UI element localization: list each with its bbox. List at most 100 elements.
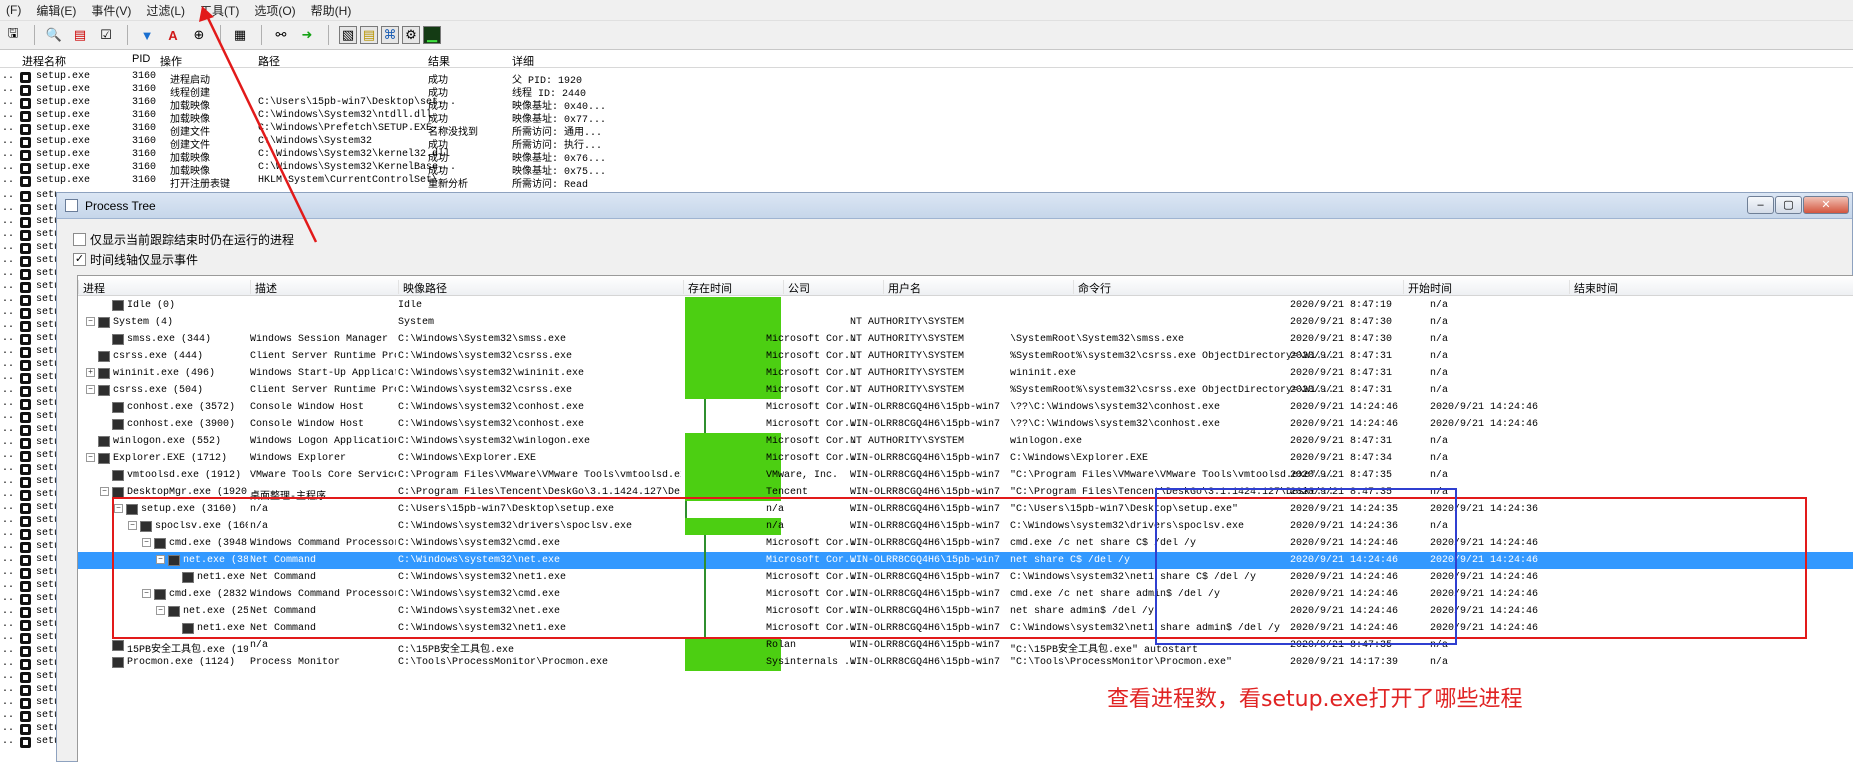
event-row-partial[interactable]: .. setup.exe (0, 515, 56, 528)
clear-icon[interactable]: ☑ (97, 26, 115, 44)
event-row-partial[interactable]: .. setup.exe (0, 580, 56, 593)
col-start-time[interactable]: 开始时间 (1403, 280, 1569, 295)
event-row[interactable]: .. setup.exe 3160 创建文件 C:\Windows\Prefetch\S… (0, 123, 700, 139)
col-operation[interactable]: 操作 (160, 53, 182, 69)
event-row-partial[interactable]: .. setup.exe (0, 528, 56, 541)
event-row-partial[interactable]: .. setup.exe (0, 216, 56, 229)
event-row[interactable]: .. setup.exe 3160 加载映像 C:\Windows\System32\k… (0, 149, 700, 165)
event-row-partial[interactable]: .. setup.exe (0, 671, 56, 684)
event-row-partial[interactable]: .. setup.exe (0, 554, 56, 567)
process-row[interactable]: 15PB安全工具包.exe (1936)n/aC:\15PB安全工具包.exeR… (78, 637, 1853, 656)
menu-filter[interactable]: 过滤(L) (140, 2, 194, 19)
file-activity-icon[interactable]: ▤ (360, 26, 378, 44)
event-row[interactable]: .. setup.exe 3160 创建文件 C:\Windows\System32 成功… (0, 136, 700, 152)
event-row[interactable]: .. setup.exe 3160 打开注册表键 HKLM\System\Current… (0, 175, 700, 191)
event-row-partial[interactable]: .. setup.exe (0, 658, 56, 671)
col-detail[interactable]: 详细 (512, 53, 534, 69)
profiling-activity-icon[interactable]: ▁ (423, 26, 441, 44)
event-row[interactable]: .. setup.exe 3160 加载映像 C:\Windows\System32\K… (0, 162, 700, 178)
event-row-partial[interactable]: .. setup.exe (0, 203, 56, 216)
event-row-partial[interactable]: .. setup.exe (0, 333, 56, 346)
minimize-button[interactable]: – (1747, 196, 1774, 214)
event-row-partial[interactable]: .. setup.exe (0, 346, 56, 359)
checkmark-icon[interactable]: ✓ (73, 253, 86, 266)
event-row-partial[interactable]: .. setup.exe (0, 229, 56, 242)
event-row-partial[interactable]: .. setup.exe (0, 320, 56, 333)
menu-file[interactable]: (F) (0, 3, 30, 17)
col-description[interactable]: 描述 (250, 280, 398, 295)
event-row-partial[interactable]: .. setup.exe (0, 489, 56, 502)
event-row-partial[interactable]: .. setup.exe (0, 567, 56, 580)
process-row[interactable]: − Explorer.EXE (1712) Windows Explorer C:\W… (78, 450, 1853, 467)
col-lifetime[interactable]: 存在时间 (683, 280, 783, 295)
event-row-partial[interactable]: .. setup.exe (0, 385, 56, 398)
registry-activity-icon[interactable]: ▧ (339, 26, 357, 44)
col-end-time[interactable]: 结束时间 (1569, 280, 1699, 295)
event-row-partial[interactable]: .. setup.exe (0, 710, 56, 723)
expand-toggle-icon[interactable]: − (100, 487, 109, 496)
magnify-icon[interactable]: 🔍 (45, 26, 63, 44)
event-row-partial[interactable]: .. setup.exe (0, 606, 56, 619)
menu-tools[interactable]: 工具(T) (194, 2, 248, 19)
col-process[interactable]: 进程 (78, 280, 250, 295)
process-row[interactable]: smss.exe (344) Windows Session Manager C:\… (78, 331, 1853, 348)
event-row-partial[interactable]: .. setup.exe (0, 697, 56, 710)
menu-options[interactable]: 选项(O) (248, 2, 304, 19)
network-activity-icon[interactable]: ⌘ (381, 26, 399, 44)
autoscroll-icon[interactable]: ▤ (71, 26, 89, 44)
event-row-partial[interactable]: .. setup.exe (0, 593, 56, 606)
only-running-checkbox[interactable]: 仅显示当前跟踪结束时仍在运行的进程 (73, 231, 294, 248)
event-row-partial[interactable]: .. setup.exe (0, 723, 56, 736)
event-row-partial[interactable]: .. setup.exe (0, 476, 56, 489)
process-row[interactable]: conhost.exe (3900) Console Window Host C:\… (78, 416, 1853, 433)
event-row-partial[interactable]: .. setup.exe (0, 411, 56, 424)
process-row[interactable]: Procmon.exe (1124) Process Monitor C:\Tool… (78, 654, 1853, 671)
save-icon[interactable]: 🖫 (4, 25, 22, 44)
event-row-partial[interactable]: .. setup.exe (0, 736, 56, 749)
process-row[interactable]: conhost.exe (3572) Console Window Host C:\… (78, 399, 1853, 416)
maximize-button[interactable]: ▢ (1775, 196, 1802, 214)
menu-help[interactable]: 帮助(H) (305, 2, 361, 19)
event-row-partial[interactable]: .. setup.exe (0, 190, 56, 203)
expand-toggle-icon[interactable]: − (86, 317, 95, 326)
event-row-partial[interactable]: .. setup.exe (0, 398, 56, 411)
jump-to-icon[interactable]: ➜ (298, 26, 316, 44)
event-row-partial[interactable]: .. setup.exe (0, 645, 56, 658)
col-process-name[interactable]: 进程名称 (22, 53, 66, 69)
event-row-partial[interactable]: .. setup.exe (0, 359, 56, 372)
close-button[interactable]: ✕ (1803, 196, 1849, 214)
event-row-partial[interactable]: .. setup.exe (0, 424, 56, 437)
event-row-partial[interactable]: .. setup.exe (0, 684, 56, 697)
event-row-partial[interactable]: .. setup.exe (0, 372, 56, 385)
expand-toggle-icon[interactable]: − (86, 453, 95, 462)
process-row[interactable]: Idle (0) Idle 2020/9/21 8:47:19 n/a (78, 297, 1853, 314)
event-row-partial[interactable]: .. setup.exe (0, 268, 56, 281)
process-row[interactable]: winlogon.exe (552) Windows Logon Applicat… (78, 433, 1853, 450)
process-row[interactable]: vmtoolsd.exe (1912) VMware Tools Core Ser… (78, 467, 1853, 484)
event-row[interactable]: .. setup.exe 3160 进程启动 成功父 PID: 1920 (0, 71, 700, 87)
col-image-path[interactable]: 映像路径 (398, 280, 683, 295)
event-row-partial[interactable]: .. setup.exe (0, 541, 56, 554)
event-row-partial[interactable]: .. setup.exe (0, 632, 56, 645)
checkbox-box[interactable] (73, 233, 86, 246)
menu-edit[interactable]: 编辑(E) (30, 2, 85, 19)
event-row-partial[interactable]: .. setup.exe (0, 437, 56, 450)
highlight-icon[interactable]: A (164, 26, 182, 44)
col-company[interactable]: 公司 (783, 280, 883, 295)
event-row[interactable]: .. setup.exe 3160 线程创建 成功 线程 ID: 2440 (0, 84, 700, 100)
menu-event[interactable]: 事件(V) (85, 2, 140, 19)
col-pid[interactable]: PID (132, 53, 150, 65)
col-user[interactable]: 用户名 (883, 280, 1073, 295)
event-row-partial[interactable]: .. setup.exe (0, 242, 56, 255)
event-row[interactable]: .. setup.exe 3160 加载映像 C:\Windows\System32\n… (0, 110, 700, 126)
process-row[interactable]: csrss.exe (444) Client Server Runtime Pro… (78, 348, 1853, 365)
event-row-partial[interactable]: .. setup.exe (0, 307, 56, 320)
jump-icon[interactable]: ▦ (231, 26, 249, 44)
event-row-partial[interactable]: .. setup.exe (0, 450, 56, 463)
find-icon[interactable]: ⚯ (272, 26, 290, 44)
event-row-partial[interactable]: .. setup.exe (0, 281, 56, 294)
process-row[interactable]: − System (4) System NT AUTHORITY\SYSTEM 2020… (78, 314, 1853, 331)
process-activity-icon[interactable]: ⚙ (402, 26, 420, 44)
event-row-partial[interactable]: .. setup.exe (0, 463, 56, 476)
target-icon[interactable]: ⊕ (190, 26, 208, 44)
